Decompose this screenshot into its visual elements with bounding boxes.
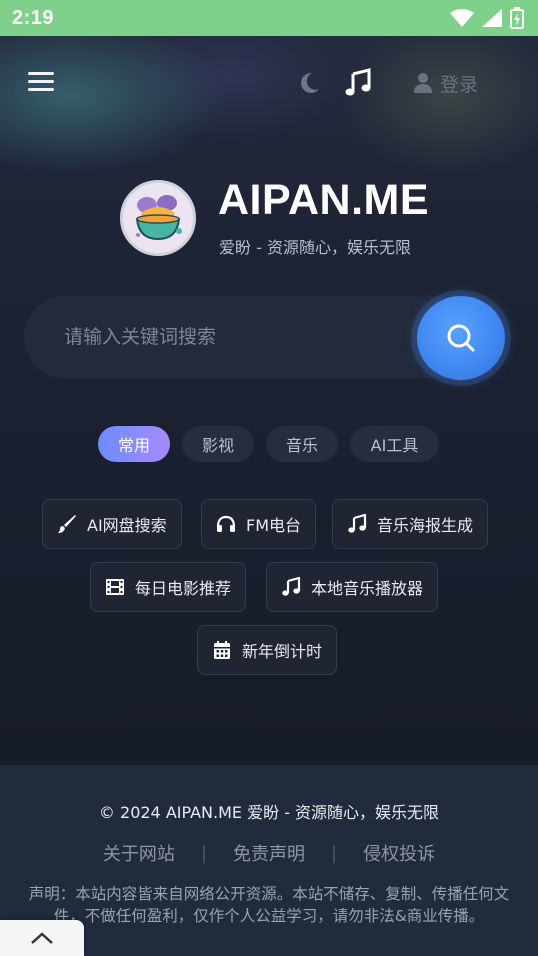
category-tabs: 常用 影视 音乐 AI工具 — [0, 426, 538, 464]
disclaimer-text: 声明：本站内容皆来自网络公开资源。本站不储存、复制、传播任何文件，不做任何盈利，… — [28, 885, 510, 925]
menu-icon — [28, 72, 54, 75]
about-link[interactable]: 关于网站 — [103, 840, 175, 866]
copyright-complaint-link[interactable]: 侵权投诉 — [363, 840, 435, 866]
copyright-text: © 2024 AIPAN.ME 爱盼 - 资源随心，娱乐无限 — [98, 803, 440, 822]
login-label: 登录 — [440, 73, 479, 96]
search-icon — [447, 324, 475, 352]
chevron-up-icon — [31, 932, 53, 944]
music-note-icon — [345, 68, 371, 96]
search-button[interactable] — [417, 296, 505, 380]
divider: | — [331, 842, 338, 864]
menu-button[interactable] — [28, 72, 54, 94]
search-input[interactable] — [64, 296, 404, 378]
dark-mode-toggle[interactable] — [296, 70, 322, 96]
tool-fm-radio[interactable]: FM电台 — [201, 499, 317, 549]
tool-label: 本地音乐播放器 — [311, 579, 424, 598]
tab-ai-tools[interactable]: AI工具 — [350, 426, 439, 462]
film-icon — [105, 577, 125, 597]
status-time: 2:19 — [12, 6, 55, 29]
site-subtitle: 爱盼 - 资源随心，娱乐无限 — [219, 238, 411, 257]
status-bar: 2:19 — [0, 0, 538, 36]
back-to-top-button[interactable] — [0, 920, 84, 956]
tool-local-music-player[interactable]: 本地音乐播放器 — [266, 562, 439, 612]
tool-label: 新年倒计时 — [242, 642, 323, 661]
battery-icon — [510, 7, 524, 29]
brush-icon — [57, 514, 77, 534]
tool-daily-movie[interactable]: 每日电影推荐 — [90, 562, 247, 612]
system-icons — [450, 7, 524, 29]
tool-label: 每日电影推荐 — [135, 579, 232, 598]
footer-links: 关于网站 | 免责声明 | 侵权投诉 — [0, 840, 538, 866]
wifi-icon — [450, 9, 474, 27]
user-icon — [414, 73, 432, 93]
tool-ai-pan-search[interactable]: AI网盘搜索 — [42, 499, 182, 549]
bowl-logo-icon — [123, 183, 193, 253]
music-note-icon — [281, 577, 301, 597]
tab-movies[interactable]: 影视 — [182, 426, 254, 462]
music-player-button[interactable] — [343, 68, 373, 98]
music-note-icon — [347, 514, 367, 534]
tool-label: AI网盘搜索 — [87, 516, 167, 535]
site-title: AIPAN.ME — [218, 176, 430, 224]
hero-section: 登录 AIPAN.ME 爱盼 - 资源随心，娱乐无限 常用 影视 音乐 AI工具 — [0, 36, 538, 765]
login-button[interactable]: 登录 — [414, 66, 478, 100]
divider: | — [200, 842, 207, 864]
calendar-icon — [212, 640, 232, 660]
tool-new-year-countdown[interactable]: 新年倒计时 — [197, 625, 338, 675]
tool-label: FM电台 — [246, 516, 302, 535]
disclaimer-link[interactable]: 免责声明 — [233, 840, 305, 866]
signal-icon — [482, 9, 502, 27]
tool-music-poster[interactable]: 音乐海报生成 — [332, 499, 489, 549]
headphones-icon — [216, 514, 236, 534]
top-nav: 登录 — [0, 36, 538, 128]
site-logo — [120, 180, 196, 256]
tab-music[interactable]: 音乐 — [266, 426, 338, 462]
moon-icon — [301, 72, 319, 93]
tool-label: 音乐海报生成 — [377, 516, 474, 535]
tab-common[interactable]: 常用 — [98, 426, 170, 462]
